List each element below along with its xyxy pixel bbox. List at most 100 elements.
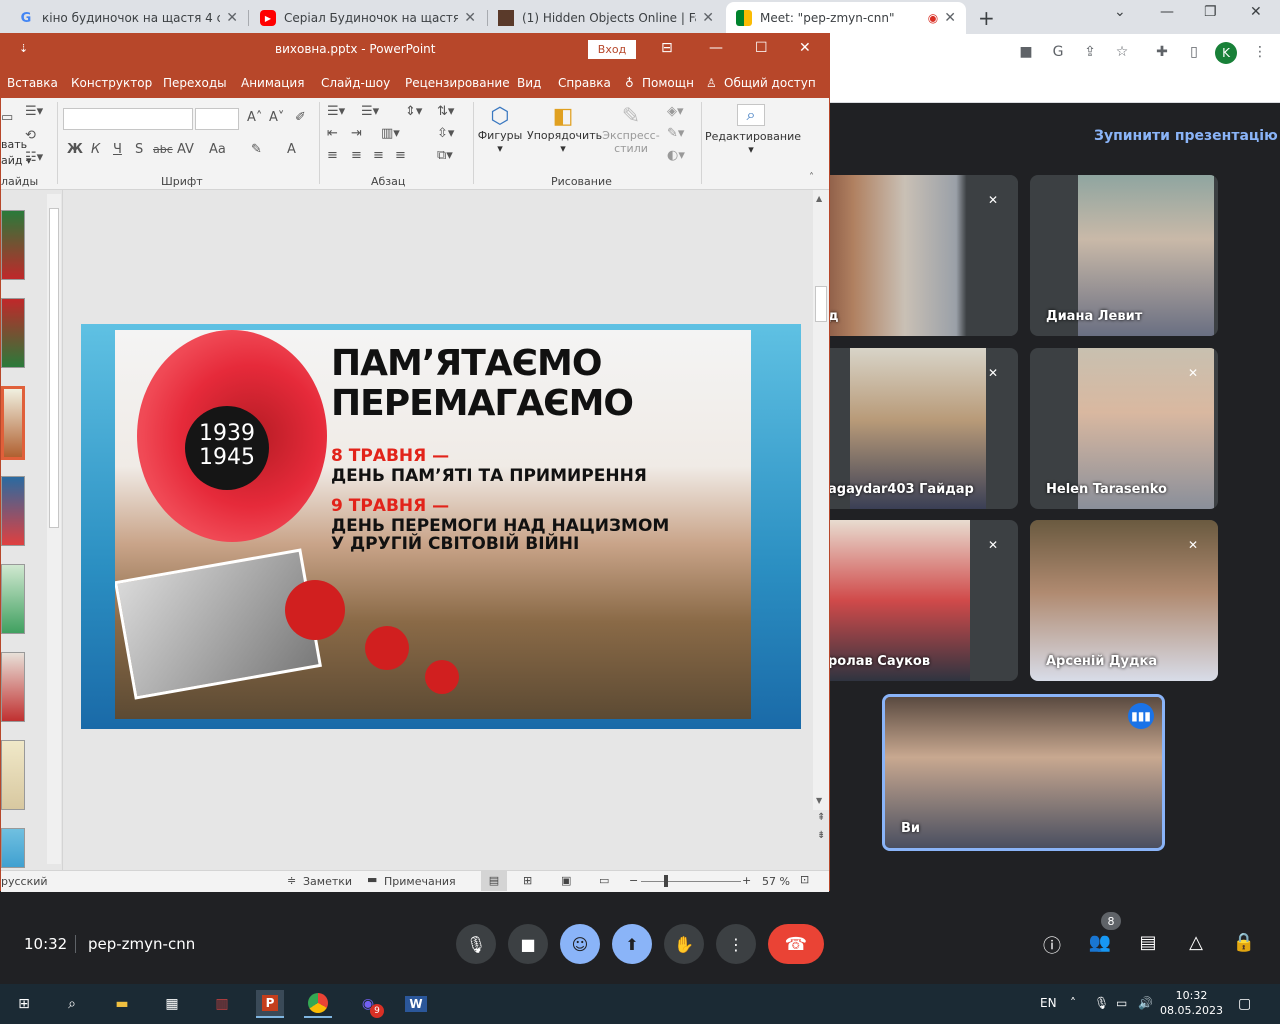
highlight-icon[interactable]: ✎ (251, 142, 262, 157)
close-icon[interactable]: ✕ (226, 10, 238, 26)
tab-review[interactable]: Рецензирование (405, 76, 510, 90)
restore-icon[interactable]: ❐ (1204, 4, 1217, 20)
shadow-button[interactable]: S (135, 142, 143, 157)
slide-thumbnail-selected[interactable] (1, 386, 25, 460)
bookmark-star-icon[interactable]: ☆ (1112, 42, 1132, 62)
minimize-icon[interactable]: — (709, 40, 723, 56)
host-controls-icon[interactable]: 🔒 (1232, 932, 1256, 953)
bold-button[interactable]: Ж (67, 142, 83, 157)
line-spacing-icon[interactable]: ⇕▾ (405, 104, 422, 119)
layout-icon[interactable]: ☰▾ (25, 104, 43, 119)
participant-tile[interactable]: Диана Левит (1030, 175, 1218, 336)
smartart-icon[interactable]: ⧉▾ (437, 148, 453, 163)
slide-thumbnail[interactable] (1, 828, 25, 868)
slide-thumbnail[interactable] (1, 652, 25, 722)
zoom-in-icon[interactable]: + (742, 874, 751, 887)
store-icon[interactable]: ▦ (158, 990, 186, 1018)
font-size-combo[interactable] (195, 108, 239, 130)
tab-meet[interactable]: Meet: "pep-zmyn-cnn" ◉ ✕ (726, 2, 966, 34)
underline-button[interactable]: Ч (113, 142, 122, 157)
tab-youtube[interactable]: ▶ Серіал Будиночок на щастя 4 се ✕ (250, 2, 486, 34)
participant-tile[interactable]: ✕ agaydar403 Гайдар (812, 348, 1018, 509)
align-text-icon[interactable]: ⇳▾ (437, 126, 454, 141)
file-explorer-icon[interactable]: ▬ (108, 990, 136, 1018)
winrar-icon[interactable]: ▥ (208, 990, 236, 1018)
camera-button[interactable]: ■ (508, 924, 548, 964)
more-options-button[interactable]: ⋮ (716, 924, 756, 964)
signin-button[interactable]: Вход (588, 40, 636, 59)
slide-scrollbar[interactable]: ▲ ▼ (813, 190, 829, 810)
normal-view-icon[interactable]: ▤ (481, 871, 507, 891)
language-status[interactable]: русский (1, 875, 48, 888)
participant-tile[interactable]: ✕ Helen Tarasenko (1030, 348, 1218, 509)
side-panel-icon[interactable]: ▯ (1184, 42, 1204, 62)
zoom-out-icon[interactable]: − (629, 874, 638, 887)
next-slide-icon[interactable]: ⇟ (817, 830, 825, 841)
tab-hidden-objects[interactable]: (1) Hidden Objects Online | Faceb ✕ (488, 2, 724, 34)
search-icon[interactable]: ⌕ (58, 990, 86, 1018)
quick-access-icon[interactable]: ⇣ (19, 42, 28, 55)
zoom-slider-thumb[interactable] (664, 875, 668, 887)
notifications-icon[interactable]: ▢ (1238, 996, 1251, 1012)
taskbar-clock[interactable]: 10:32 08.05.2023 (1160, 988, 1223, 1018)
zoom-level[interactable]: 57 % (762, 875, 790, 888)
numbering-icon[interactable]: ☰▾ (361, 104, 379, 119)
shape-fill-icon[interactable]: ◈▾ (667, 104, 684, 119)
slide-thumbnail[interactable] (1, 476, 25, 546)
self-view-tile[interactable]: Ви (882, 694, 1165, 851)
maximize-icon[interactable]: ☐ (755, 40, 768, 56)
close-icon[interactable]: ✕ (702, 10, 714, 26)
decrease-indent-icon[interactable]: ⇤ (327, 126, 338, 141)
input-language[interactable]: EN (1040, 996, 1057, 1010)
tray-overflow-icon[interactable]: ˄ (1070, 996, 1076, 1010)
font-color-button[interactable]: A (287, 142, 296, 157)
new-tab-button[interactable]: + (978, 6, 995, 30)
close-icon[interactable]: ✕ (799, 40, 811, 56)
participant-tile[interactable]: ✕ ролав Сауков (812, 520, 1018, 681)
section-icon[interactable]: ☷▾ (25, 150, 43, 165)
close-icon[interactable]: ✕ (464, 10, 476, 26)
extensions-icon[interactable]: ✚ (1152, 42, 1172, 62)
slide-thumbnail[interactable] (1, 740, 25, 810)
close-icon[interactable]: ✕ (944, 10, 956, 26)
bullets-icon[interactable]: ☰▾ (327, 104, 345, 119)
strikethrough-button[interactable]: abc (153, 143, 173, 156)
chrome-taskbar-icon[interactable] (304, 990, 332, 1018)
tab-view[interactable]: Вид (517, 76, 541, 90)
tab-help[interactable]: Справка (558, 76, 611, 90)
increase-indent-icon[interactable]: ⇥ (351, 126, 362, 141)
menu-icon[interactable]: ⋮ (1250, 42, 1270, 62)
close-window-icon[interactable]: ✕ (1250, 4, 1262, 20)
quick-styles-button[interactable]: ✎ Экспресс- стили (601, 104, 661, 155)
minimize-icon[interactable]: — (1160, 4, 1174, 20)
ribbon-display-icon[interactable]: ⊟ (661, 40, 673, 56)
slide-thumbnail[interactable] (1, 564, 25, 634)
volume-icon[interactable]: 🔊 (1138, 996, 1153, 1010)
translate-icon[interactable]: G (1048, 42, 1068, 62)
comments-button[interactable]: Примечания (384, 875, 456, 888)
editing-button[interactable]: ⌕ Редактирование ▾ (705, 104, 801, 156)
raise-hand-button[interactable]: ✋ (664, 924, 704, 964)
powerpoint-taskbar-icon[interactable]: P (256, 990, 284, 1018)
notes-button[interactable]: Заметки (303, 875, 352, 888)
word-icon[interactable]: W (402, 990, 430, 1018)
clear-format-icon[interactable]: ✐ (295, 110, 306, 125)
slide-thumbnail[interactable] (1, 210, 25, 280)
scroll-down-icon[interactable]: ▼ (816, 796, 822, 805)
tab-slideshow[interactable]: Слайд-шоу (321, 76, 390, 90)
mic-button[interactable]: 🎙 (456, 924, 496, 964)
share-button[interactable]: Общий доступ (724, 76, 816, 90)
scroll-up-icon[interactable]: ▲ (816, 194, 822, 203)
activities-icon[interactable]: △ (1184, 932, 1208, 953)
tab-design[interactable]: Конструктор (71, 76, 152, 90)
stop-presenting-button[interactable]: Зупинити презентацію (1094, 128, 1278, 144)
profile-avatar[interactable]: K (1215, 42, 1237, 64)
thumbnails-scrollbar[interactable] (47, 194, 61, 864)
tab-tell-me[interactable]: Помощн (642, 76, 694, 90)
justify-icon[interactable]: ≡ (395, 148, 406, 163)
participant-tile[interactable]: ✕ д (812, 175, 1018, 336)
chat-icon[interactable]: ▤ (1136, 932, 1160, 953)
tab-insert[interactable]: Вставка (7, 76, 58, 90)
change-case-button[interactable]: Aa (209, 142, 226, 157)
font-name-combo[interactable] (63, 108, 193, 130)
